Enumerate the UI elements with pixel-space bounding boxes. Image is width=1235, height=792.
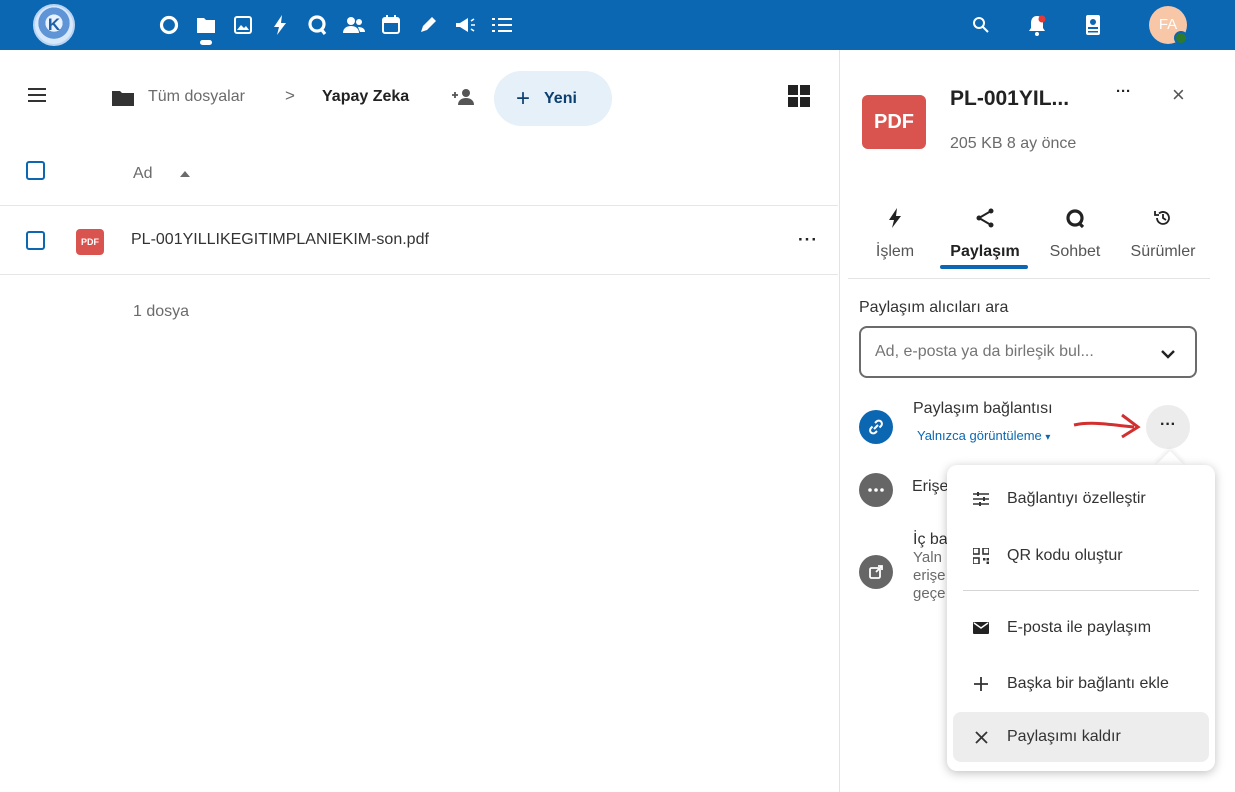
access-settings-label[interactable]: Erişe [912, 478, 948, 496]
file-name[interactable]: PL-001YILLIKEGITIMPLANIEKIM-son.pdf [131, 231, 429, 249]
internal-link-title: İç ba [913, 531, 948, 548]
menu-item-remove-share[interactable]: Paylaşımı kaldır [953, 712, 1209, 762]
photos-icon[interactable] [230, 12, 256, 38]
menu-item-label: E-posta ile paylaşım [1007, 619, 1152, 636]
tab-chat[interactable]: Sohbet [1030, 205, 1120, 261]
tab-activity-label: İşlem [875, 243, 915, 260]
share-link-actions-menu: Bağlantıyı özelleştir QR kodu oluştur E-… [947, 465, 1215, 771]
red-arrow-annotation [1072, 405, 1152, 450]
menu-toggle-icon[interactable] [28, 88, 46, 107]
row-divider [0, 274, 838, 275]
share-link-permission[interactable]: Yalnızca görüntüleme ▾ [917, 428, 1050, 443]
plus-icon: + [516, 84, 531, 112]
share-folder-icon[interactable] [452, 88, 476, 111]
tune-icon [971, 489, 991, 509]
close-icon [971, 727, 991, 747]
column-header-name[interactable]: Ad [133, 165, 153, 183]
top-bar: K FA [0, 0, 1235, 50]
internal-desc-line: Yaln [913, 549, 942, 566]
share-search-label: Paylaşım alıcıları ara [859, 299, 1009, 316]
folder-icon [112, 90, 134, 111]
tab-versions-label: Sürümler [1130, 243, 1196, 260]
sidebar-pdf-icon: PDF [862, 95, 926, 149]
tab-sharing-label: Paylaşım [950, 243, 1020, 260]
breadcrumb-root[interactable]: Tüm dosyalar [148, 88, 245, 106]
link-icon [859, 410, 893, 444]
qr-code-icon [971, 546, 991, 566]
tab-activity[interactable]: İşlem [850, 205, 940, 261]
contacts-icon[interactable] [341, 12, 367, 38]
menu-item-label: Başka bir bağlantı ekle [1007, 675, 1169, 692]
app-logo[interactable]: K [33, 4, 75, 46]
files-icon[interactable] [193, 12, 219, 38]
logo-letter: K [47, 15, 61, 34]
versions-icon [1118, 205, 1208, 231]
more-options-icon[interactable] [859, 473, 893, 507]
chevron-down-icon[interactable] [1160, 346, 1176, 364]
sidebar-close-button[interactable]: × [1172, 82, 1185, 108]
chat-icon [1030, 205, 1120, 231]
activity-icon [850, 205, 940, 231]
menu-item-label: Paylaşımı kaldır [1007, 728, 1121, 745]
menu-item-label: Bağlantıyı özelleştir [1007, 490, 1146, 507]
new-button[interactable]: + Yeni [494, 71, 612, 126]
tabs-divider [848, 278, 1210, 279]
internal-desc-line: erişe [913, 567, 946, 584]
online-status-indicator [1174, 31, 1188, 45]
breadcrumb-separator: > [285, 86, 295, 105]
plus-icon [971, 674, 991, 694]
user-avatar[interactable]: FA [1149, 6, 1188, 45]
email-icon [971, 618, 991, 638]
share-search-input[interactable] [859, 326, 1197, 378]
menu-item-email-share[interactable]: E-posta ile paylaşım [947, 603, 1215, 653]
tab-chat-label: Sohbet [1049, 243, 1101, 260]
file-actions-button[interactable]: ··· [798, 230, 818, 250]
header-divider [0, 205, 838, 206]
sort-ascending-icon [180, 171, 190, 177]
file-count-summary: 1 dosya [133, 303, 190, 320]
active-tab-indicator [940, 265, 1028, 269]
share-icon [940, 205, 1030, 231]
share-link-title: Paylaşım bağlantısı [913, 400, 1053, 417]
dashboard-icon[interactable] [156, 12, 182, 38]
pdf-file-icon: PDF [76, 229, 104, 255]
share-link-permission-label: Yalnızca görüntüleme [917, 428, 1042, 443]
new-button-label: Yeni [544, 89, 577, 107]
active-app-indicator [200, 40, 212, 45]
permission-caret-icon: ▾ [1045, 432, 1051, 443]
share-link-menu-button[interactable]: ··· [1146, 405, 1190, 449]
menu-divider [963, 590, 1199, 591]
internal-desc-line: geçe [913, 585, 946, 602]
menu-item-label: QR kodu oluştur [1007, 547, 1123, 564]
grid-view-icon[interactable] [788, 85, 810, 107]
external-link-icon [859, 555, 893, 589]
menu-item-add-link[interactable]: Başka bir bağlantı ekle [947, 659, 1215, 709]
notes-icon[interactable] [415, 12, 441, 38]
internal-link-description: Yaln erişe geçe [913, 549, 949, 603]
select-all-checkbox[interactable] [26, 161, 45, 180]
menu-item-customize-link[interactable]: Bağlantıyı özelleştir [947, 474, 1215, 524]
avatar-initials: FA [1158, 16, 1178, 33]
calendar-icon[interactable] [378, 12, 404, 38]
contacts-menu-icon[interactable] [1080, 12, 1106, 38]
sidebar-more-button[interactable]: ··· [1116, 83, 1131, 100]
announcements-icon[interactable] [452, 12, 478, 38]
tab-versions[interactable]: Sürümler [1118, 205, 1208, 261]
activity-icon[interactable] [267, 12, 293, 38]
tasks-icon[interactable] [489, 12, 515, 38]
breadcrumb-current[interactable]: Yapay Zeka [322, 88, 409, 106]
talk-icon[interactable] [304, 12, 330, 38]
search-icon[interactable] [968, 12, 994, 38]
tab-sharing[interactable]: Paylaşım [940, 205, 1030, 261]
sidebar-file-meta: 205 KB 8 ay önce [950, 135, 1077, 152]
menu-item-qr-code[interactable]: QR kodu oluştur [947, 531, 1215, 581]
notifications-icon[interactable] [1024, 12, 1050, 38]
sidebar-file-title: PL-001YIL... [950, 87, 1070, 110]
file-row-checkbox[interactable] [26, 231, 45, 250]
